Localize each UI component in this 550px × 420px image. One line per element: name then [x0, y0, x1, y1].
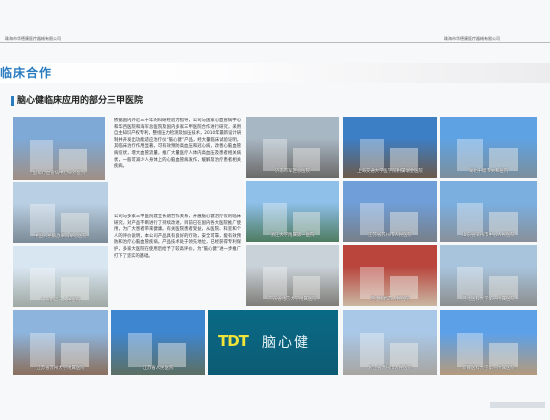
hospital-photo: 江苏省苏州市人民医院 — [343, 181, 437, 242]
hospital-caption: 国家心血管病中心阜外医院 — [32, 171, 86, 176]
building-silhouette — [262, 266, 287, 299]
building-silhouette — [30, 333, 55, 368]
building-silhouette — [457, 202, 483, 235]
building-silhouette — [127, 333, 153, 368]
building-silhouette — [488, 342, 518, 368]
section-band — [0, 63, 550, 83]
building-silhouette — [60, 342, 89, 368]
building-silhouette — [262, 138, 287, 171]
hospital-caption: 河北邯郸市人民医院 — [370, 297, 410, 302]
hospital-photo: 河北医科大学第一附属医院 — [440, 245, 537, 306]
building-silhouette — [359, 202, 385, 235]
hospital-photo: 广州市第一人民医院 — [13, 246, 108, 307]
hospital-photo: 山东省滨州市中心人民医院 — [440, 181, 537, 242]
hospital-photo: 中国人民解放军海军总医院 — [13, 182, 108, 243]
building-silhouette — [262, 202, 287, 235]
hospital-caption: 新疆医科大学第一附属医院 — [462, 366, 515, 371]
building-silhouette — [457, 266, 483, 299]
hospital-caption: 湖北十堰市太和医院 — [468, 169, 509, 174]
hospital-caption: 济南市军区总医院 — [274, 169, 311, 174]
brochure-page: 珠海市华德康医疗器械有限公司 珠海市华德康医疗器械有限公司 临床合作 脑心健临床… — [0, 0, 550, 420]
building-silhouette — [359, 138, 385, 171]
footer-accent — [490, 402, 545, 408]
hospital-photo: 国家心血管病中心阜外医院 — [13, 117, 105, 180]
building-silhouette — [359, 333, 385, 368]
hospital-caption: 广东省北京大学附属医院 — [268, 297, 317, 302]
building-silhouette — [359, 266, 385, 299]
hospital-photo: 湖北十堰市太和医院 — [440, 117, 537, 178]
hospital-caption: 河北医科大学第一附属医院 — [462, 297, 515, 302]
building-silhouette — [457, 138, 483, 171]
hospital-caption: 江苏省苏州大学附属医院 — [36, 366, 85, 371]
hospital-caption: 江苏省苏州市人民医院 — [368, 233, 412, 238]
building-silhouette — [390, 342, 419, 368]
hospital-photo: 广东省北京大学附属医院 — [246, 245, 339, 306]
hospital-photo: 浙江大学附属第一医院 — [246, 181, 339, 242]
building-silhouette — [158, 342, 187, 368]
hospital-caption: 上海交通大学医学院附属瑞金医院 — [357, 169, 423, 174]
section-subtitle: 脑心健临床应用的部分三甲医院 — [17, 96, 144, 106]
hospital-caption: 山东省滨州市中心人民医院 — [462, 233, 515, 238]
header-divider — [0, 42, 550, 43]
brand-name: 脑心健 — [262, 335, 310, 351]
hospital-photo: 河北邯郸市人民医院 — [343, 245, 437, 306]
brand-tile: TDT 脑心健 — [208, 310, 338, 375]
hospital-caption: 中国人民解放军海军总医院 — [34, 234, 87, 239]
building-silhouette — [59, 148, 87, 173]
hospital-caption: 广州市第一人民医院 — [40, 298, 81, 303]
hospital-caption: 浙江省温州市人民医院 — [368, 366, 412, 371]
building-silhouette — [457, 333, 483, 368]
hospital-photo: 新疆医科大学第一附属医院 — [440, 310, 537, 375]
hospital-photo: 浙江省温州市人民医院 — [343, 310, 437, 375]
building-silhouette — [30, 203, 55, 236]
hospital-caption: 浙江大学附属第一医院 — [270, 233, 315, 238]
building-silhouette — [30, 267, 55, 300]
tdt-logo: TDT — [218, 332, 249, 350]
hospital-photo: 江苏省人民医院 — [111, 310, 205, 375]
hospital-photo: 上海交通大学医学院附属瑞金医院 — [343, 117, 437, 178]
subtitle-marker — [11, 96, 14, 106]
hospital-photo: 江苏省苏州大学附属医院 — [13, 310, 108, 375]
hospital-caption: 江苏省人民医院 — [142, 366, 174, 371]
body-paragraph-2: 公司与多家三甲医院建立长期合作关系，开展脑心健治疗仪的临床研究，对产品不断进行了… — [114, 214, 241, 259]
building-silhouette — [29, 139, 54, 173]
hospital-photo: 济南市军区总医院 — [246, 117, 339, 178]
body-paragraph-1: 依据国内外近三十年的科研经验为指导，公司与国家心血管病中心和华西医院和海军总医院… — [114, 118, 241, 170]
section-band-title: 临床合作 — [0, 66, 53, 80]
